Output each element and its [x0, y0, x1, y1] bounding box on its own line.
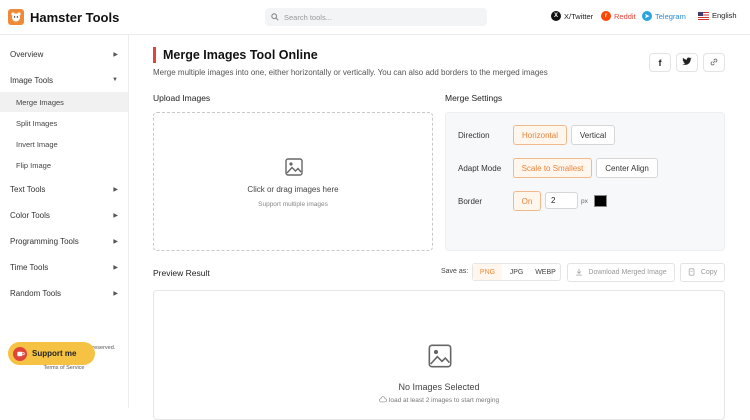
sidebar-item-label: Color Tools [10, 210, 50, 220]
language-label: English [712, 11, 737, 20]
chevron-right-icon: ▶ [113, 186, 118, 193]
adapt-center-align-option[interactable]: Center Align [596, 158, 658, 178]
chevron-right-icon: ▶ [113, 51, 118, 58]
border-color-picker[interactable] [594, 195, 607, 207]
empty-state-hint-text: load at least 2 images to start merging [388, 397, 500, 405]
chevron-right-icon: ▶ [113, 290, 118, 297]
sidebar-item-label: Merge Images [16, 97, 64, 107]
border-width-input[interactable] [545, 192, 578, 209]
border-unit-label: px [581, 198, 588, 205]
page-subtitle: Merge multiple images into one, either h… [153, 68, 548, 77]
chevron-right-icon: ▶ [113, 264, 118, 271]
download-icon [575, 268, 583, 278]
direction-vertical-option[interactable]: Vertical [571, 125, 615, 145]
preview-area: No Images Selected load at least 2 image… [153, 290, 725, 420]
sidebar-item-overview[interactable]: Overview ▶ [0, 45, 128, 63]
format-jpg-option[interactable]: JPG [502, 264, 531, 280]
facebook-icon: f [658, 57, 662, 68]
sidebar-item-label: Overview [10, 49, 44, 59]
sidebar-item-label: Text Tools [10, 184, 46, 194]
support-me-button[interactable]: Support me [8, 342, 95, 365]
download-merged-image-button[interactable]: Download Merged Image [567, 263, 675, 282]
merge-settings-heading: Merge Settings [445, 93, 503, 103]
telegram-link[interactable]: ➤ Telegram [642, 11, 686, 21]
reddit-label: Reddit [614, 11, 636, 21]
adapt-mode-label: Adapt Mode [458, 164, 502, 173]
adapt-scale-to-smallest-option[interactable]: Scale to Smallest [513, 158, 592, 178]
border-toggle[interactable]: On [513, 191, 541, 211]
format-png-option[interactable]: PNG [473, 264, 502, 280]
chevron-right-icon: ▶ [113, 212, 118, 219]
copy-icon [688, 267, 696, 278]
search-icon [271, 8, 279, 26]
sidebar-item-flip-image[interactable]: Flip Image [0, 156, 128, 174]
sidebar-item-label: Image Tools [10, 75, 53, 85]
link-icon [709, 57, 719, 69]
facebook-share-button[interactable]: f [649, 53, 671, 72]
copy-label: Copy [700, 269, 718, 276]
border-label: Border [458, 197, 483, 206]
top-header: Hamster Tools X X/Twitter r Reddit ➤ Tel… [0, 0, 750, 35]
chevron-down-icon: ▼ [112, 77, 118, 83]
reddit-link[interactable]: r Reddit [601, 11, 636, 21]
image-placeholder-icon [285, 158, 303, 181]
format-webp-option[interactable]: WEBP [531, 264, 560, 280]
direction-label: Direction [458, 131, 490, 140]
language-selector[interactable]: English [698, 11, 737, 20]
copy-link-button[interactable] [703, 53, 725, 72]
upload-hint: Support multiple images [258, 201, 328, 208]
sidebar-item-programming-tools[interactable]: Programming Tools ▶ [0, 232, 128, 250]
copy-button[interactable]: Copy [680, 263, 725, 282]
coffee-cup-icon [13, 346, 27, 361]
preview-heading: Preview Result [153, 268, 210, 278]
sidebar-item-image-tools[interactable]: Image Tools ▼ [0, 71, 128, 89]
x-twitter-label: X/Twitter [564, 11, 594, 21]
sidebar-item-label: Flip Image [16, 160, 52, 170]
upload-dropzone[interactable]: Click or drag images here Support multip… [153, 112, 433, 251]
upload-cloud-icon [379, 396, 387, 405]
app-name: Hamster Tools [30, 9, 120, 25]
reddit-icon: r [601, 11, 611, 21]
twitter-share-button[interactable] [676, 53, 698, 72]
x-twitter-link[interactable]: X X/Twitter [551, 11, 593, 21]
sidebar-item-merge-images[interactable]: Merge Images [0, 92, 128, 112]
sidebar-item-label: Random Tools [10, 288, 61, 298]
support-me-label: Support me [32, 349, 77, 358]
merge-settings-panel: Direction Horizontal Vertical Adapt Mode… [445, 112, 725, 251]
x-icon: X [551, 11, 561, 21]
sidebar-item-random-tools[interactable]: Random Tools ▶ [0, 284, 128, 302]
twitter-bird-icon [682, 57, 692, 68]
direction-horizontal-option[interactable]: Horizontal [513, 125, 567, 145]
sidebar-item-time-tools[interactable]: Time Tools ▶ [0, 258, 128, 276]
sidebar-item-label: Time Tools [10, 262, 49, 272]
logo[interactable]: Hamster Tools [8, 9, 119, 25]
sidebar-item-invert-image[interactable]: Invert Image [0, 135, 128, 153]
upload-heading: Upload Images [153, 93, 211, 103]
sidebar-item-label: Invert Image [16, 139, 58, 149]
image-placeholder-icon [428, 344, 452, 373]
sidebar-item-text-tools[interactable]: Text Tools ▶ [0, 180, 128, 198]
sidebar-item-label: Programming Tools [10, 236, 79, 246]
search-box[interactable] [265, 8, 487, 26]
sidebar-item-color-tools[interactable]: Color Tools ▶ [0, 206, 128, 224]
empty-state-hint: load at least 2 images to start merging [154, 396, 724, 405]
chevron-right-icon: ▶ [113, 238, 118, 245]
terms-of-service-link[interactable]: Terms of Service [0, 365, 128, 371]
upload-prompt: Click or drag images here [247, 185, 339, 194]
empty-state-title: No Images Selected [398, 382, 480, 392]
hamster-logo-icon [8, 9, 24, 25]
page-title: Merge Images Tool Online [163, 48, 318, 62]
telegram-label: Telegram [655, 11, 686, 21]
title-accent-bar [153, 47, 156, 63]
format-selector: PNG JPG WEBP [472, 263, 561, 281]
telegram-icon: ➤ [642, 11, 652, 21]
sidebar-item-label: Split Images [16, 118, 58, 128]
us-flag-icon [698, 11, 709, 20]
search-input[interactable] [284, 12, 474, 22]
download-label: Download Merged Image [588, 269, 667, 276]
sidebar-item-split-images[interactable]: Split Images [0, 114, 128, 132]
save-as-label: Save as: [441, 268, 469, 275]
